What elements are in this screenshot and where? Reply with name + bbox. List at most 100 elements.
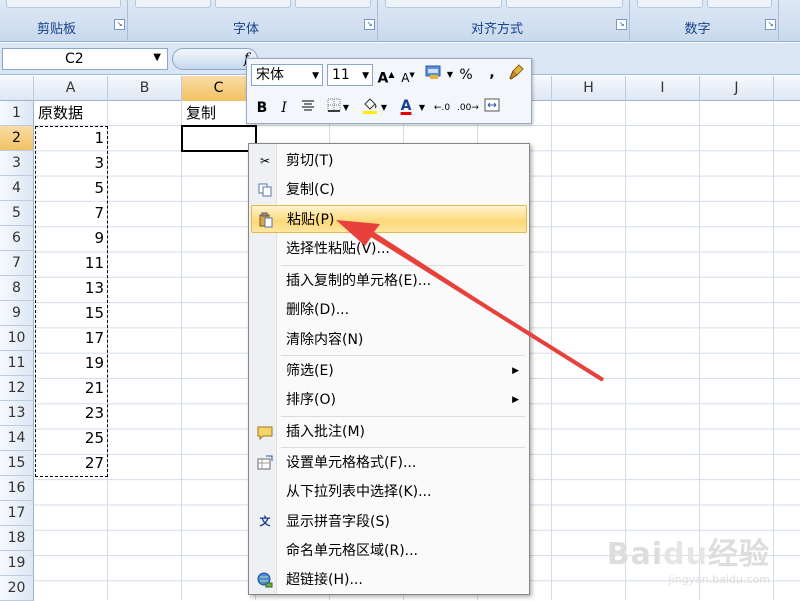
chevron-down-icon[interactable]: ▼	[153, 52, 161, 63]
menu-item-cut[interactable]: ✂ 剪切(T)	[251, 147, 527, 175]
row-header[interactable]: 5	[0, 201, 34, 226]
row-header[interactable]: 12	[0, 376, 34, 401]
name-box[interactable]: C2 ▼	[2, 48, 168, 70]
copy-icon	[257, 182, 273, 198]
row-header[interactable]: 19	[0, 551, 34, 576]
comma-style-button[interactable]: ,	[483, 62, 501, 84]
percent-button[interactable]: %	[457, 64, 475, 86]
font-name-value: 宋体	[256, 67, 284, 83]
row-header[interactable]: 6	[0, 226, 34, 251]
row-header[interactable]: 18	[0, 526, 34, 551]
ribbon-group-alignment: 对齐方式 ↘	[379, 0, 630, 42]
font-size-value: 11	[332, 67, 350, 83]
row-header[interactable]: 8	[0, 276, 34, 301]
increase-decimal-icon[interactable]: ←.0	[433, 97, 451, 119]
context-menu: ✂ 剪切(T) 复制(C) 粘贴(P) 选择性粘贴(V)... 插入复制的单元格…	[248, 143, 530, 595]
chevron-down-icon[interactable]: ▼	[417, 97, 427, 119]
ribbon: 剪贴板 ↘ 字体 ↘ 对齐方式 ↘ 数字 ↘	[0, 0, 800, 42]
row-header[interactable]: 20	[0, 576, 34, 601]
row-header[interactable]: 15	[0, 451, 34, 476]
copy-marquee	[35, 126, 108, 477]
row-header[interactable]: 16	[0, 476, 34, 501]
name-box-value: C2	[65, 51, 84, 67]
row-header[interactable]: 7	[0, 251, 34, 276]
bold-button[interactable]: B	[253, 97, 271, 119]
menu-item-pick-from-list[interactable]: 从下拉列表中选择(K)...	[251, 478, 527, 506]
cell-c1[interactable]: 复制	[186, 101, 216, 126]
fill-color-icon[interactable]	[361, 97, 379, 119]
menu-item-hyperlink[interactable]: 超链接(H)...	[251, 566, 527, 594]
row-header[interactable]: 17	[0, 501, 34, 526]
align-center-icon[interactable]	[299, 97, 317, 119]
font-name-select[interactable]: 宋体 ▼	[251, 64, 323, 86]
submenu-arrow-icon: ▶	[512, 366, 519, 376]
accounting-format-icon[interactable]	[423, 64, 445, 86]
chevron-down-icon[interactable]: ▼	[362, 66, 369, 86]
dialog-launcher-icon[interactable]: ↘	[765, 19, 776, 30]
ribbon-group-label: 剪贴板	[36, 22, 76, 37]
menu-item-filter[interactable]: 筛选(E) ▶	[251, 357, 527, 385]
grow-font-button[interactable]: A▲	[377, 64, 395, 87]
italic-button[interactable]: I	[275, 97, 293, 119]
menu-item-paste-special[interactable]: 选择性粘贴(V)...	[251, 235, 527, 263]
phonetic-icon: 文	[259, 515, 271, 528]
font-color-button[interactable]: A	[397, 95, 415, 117]
font-size-select[interactable]: 11 ▼	[327, 64, 373, 86]
row-header[interactable]: 4	[0, 176, 34, 201]
menu-separator	[281, 355, 525, 356]
menu-item-sort[interactable]: 排序(O) ▶	[251, 386, 527, 414]
menu-item-show-phonetic[interactable]: 文 显示拼音字段(S)	[251, 508, 527, 536]
row-header[interactable]: 2	[0, 126, 34, 151]
column-header-i[interactable]: I	[626, 76, 700, 101]
menu-item-clear-contents[interactable]: 清除内容(N)	[251, 326, 527, 354]
ribbon-group-label: 字体	[232, 22, 259, 37]
shrink-font-button[interactable]: A▼	[399, 64, 417, 86]
ribbon-group-label: 数字	[684, 22, 711, 37]
hyperlink-icon	[257, 572, 273, 588]
format-painter-icon[interactable]	[507, 64, 525, 86]
ribbon-group-number: 数字 ↘	[631, 0, 779, 42]
row-header[interactable]: 11	[0, 351, 34, 376]
row-header[interactable]: 10	[0, 326, 34, 351]
menu-item-paste[interactable]: 粘贴(P)	[251, 205, 527, 233]
dialog-launcher-icon[interactable]: ↘	[114, 19, 125, 30]
chevron-down-icon[interactable]: ▼	[445, 64, 455, 86]
column-header-j[interactable]: J	[700, 76, 774, 101]
row-header[interactable]: 13	[0, 401, 34, 426]
ribbon-group-clipboard: 剪贴板 ↘	[0, 0, 128, 42]
scissors-icon: ✂	[259, 154, 271, 168]
ribbon-group-label: 对齐方式	[470, 22, 523, 37]
select-all-corner[interactable]	[0, 76, 34, 101]
menu-item-insert-copied-cells[interactable]: 插入复制的单元格(E)...	[251, 267, 527, 295]
menu-separator	[281, 265, 525, 266]
menu-separator	[281, 416, 525, 417]
format-cells-icon	[257, 455, 273, 471]
chevron-down-icon[interactable]: ▼	[379, 97, 389, 119]
row-header[interactable]: 1	[0, 101, 34, 126]
chevron-down-icon[interactable]: ▼	[312, 66, 319, 86]
merge-center-icon[interactable]	[483, 97, 501, 119]
dialog-launcher-icon[interactable]: ↘	[616, 19, 627, 30]
row-header[interactable]: 9	[0, 301, 34, 326]
decrease-decimal-icon[interactable]: .00→	[457, 97, 479, 119]
active-cell-c2[interactable]	[181, 125, 257, 152]
submenu-arrow-icon: ▶	[512, 395, 519, 405]
row-header[interactable]: 3	[0, 151, 34, 176]
menu-item-define-name[interactable]: 命名单元格区域(R)...	[251, 537, 527, 565]
paste-icon	[258, 212, 274, 228]
column-header-b[interactable]: B	[108, 76, 182, 101]
menu-item-delete[interactable]: 删除(D)...	[251, 296, 527, 324]
chevron-down-icon[interactable]: ▼	[341, 97, 351, 119]
column-header-c[interactable]: C	[182, 76, 256, 101]
column-header-h[interactable]: H	[552, 76, 626, 101]
dialog-launcher-icon[interactable]: ↘	[364, 19, 375, 30]
menu-item-format-cells[interactable]: 设置单元格格式(F)...	[251, 449, 527, 477]
row-header[interactable]: 14	[0, 426, 34, 451]
cell-a1[interactable]: 原数据	[38, 101, 83, 126]
ribbon-group-font: 字体 ↘	[129, 0, 378, 42]
menu-item-insert-comment[interactable]: 插入批注(M)	[251, 418, 527, 446]
watermark-logo: Baidu经验 jingyan.baidu.com	[606, 537, 770, 586]
column-header-a[interactable]: A	[34, 76, 108, 101]
menu-item-copy[interactable]: 复制(C)	[251, 176, 527, 204]
menu-separator	[281, 447, 525, 448]
